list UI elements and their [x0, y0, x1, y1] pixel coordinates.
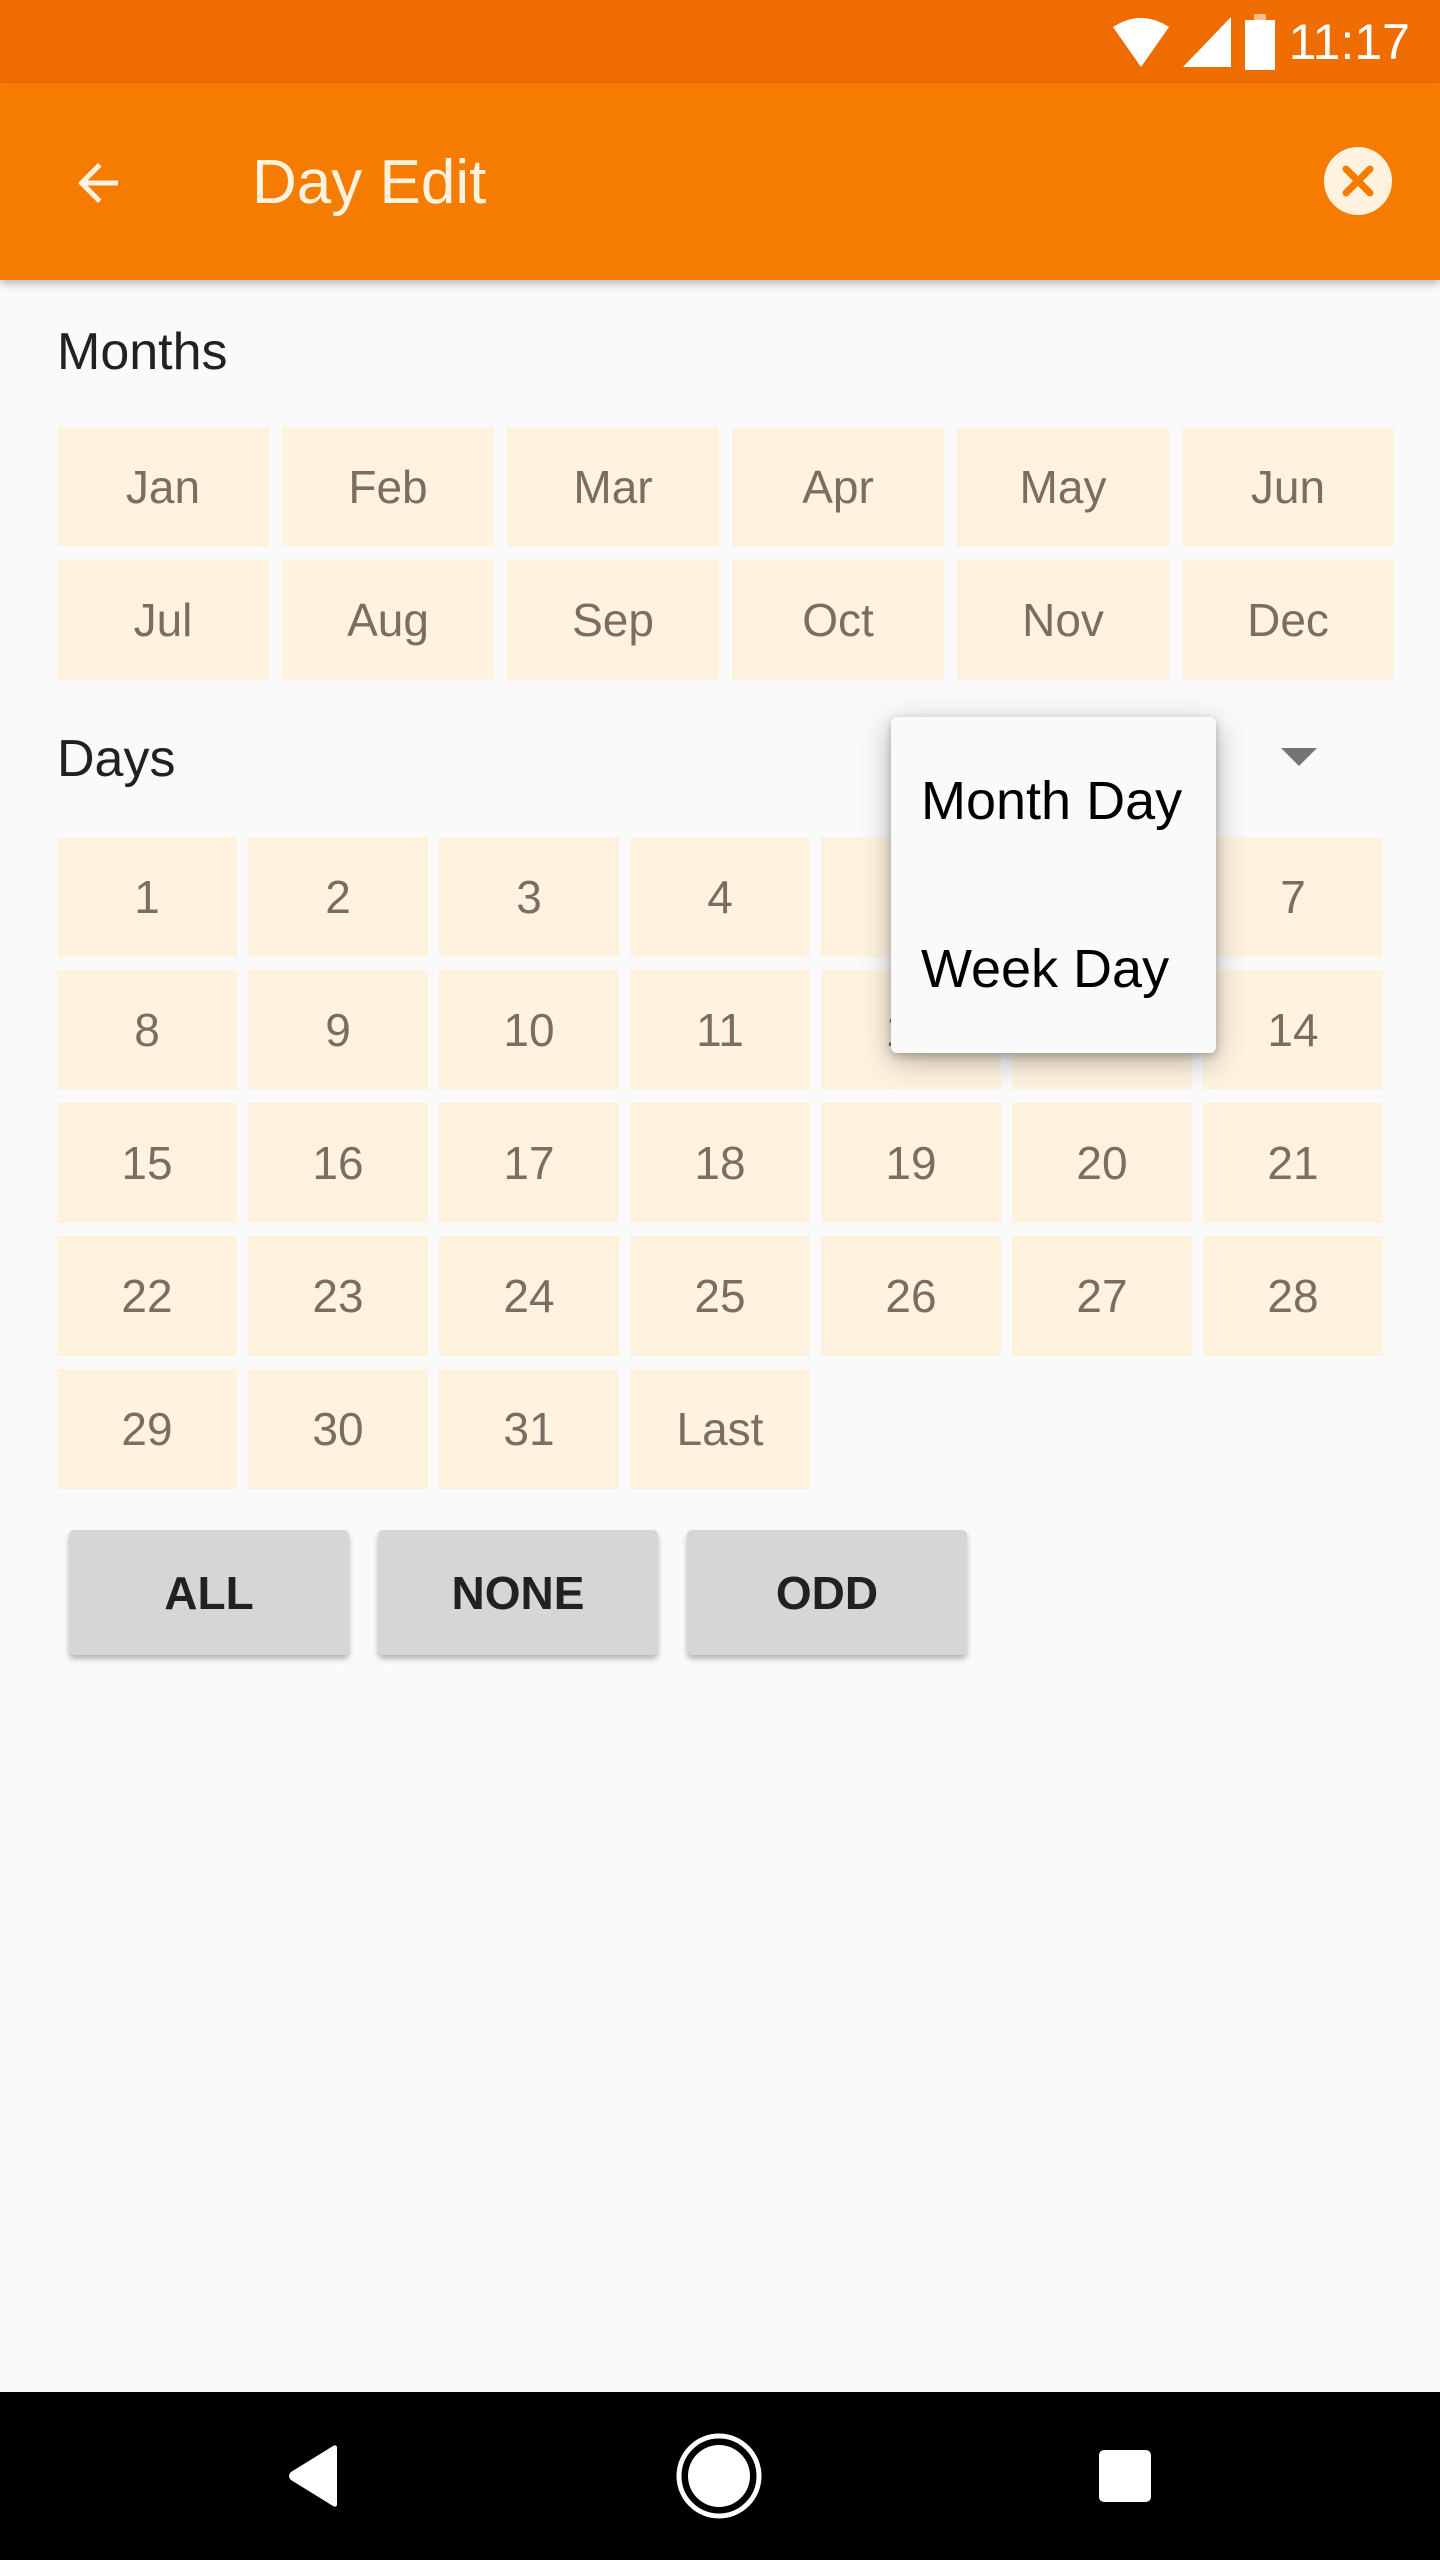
- day-cell[interactable]: 16: [248, 1103, 428, 1223]
- nav-recents-icon: [1099, 2450, 1151, 2502]
- selection-buttons: ALL NONE ODD: [69, 1530, 967, 1655]
- day-cell[interactable]: 15: [57, 1103, 237, 1223]
- status-icons: 11:17: [1112, 14, 1410, 70]
- day-cell[interactable]: 31: [439, 1369, 619, 1489]
- nav-home-icon: [676, 2433, 762, 2519]
- toolbar: Day Edit: [0, 83, 1440, 280]
- day-cell[interactable]: 14: [1203, 970, 1383, 1090]
- month-cell[interactable]: Jul: [57, 560, 269, 680]
- day-cell[interactable]: 9: [248, 970, 428, 1090]
- day-cell[interactable]: 2: [248, 837, 428, 957]
- odd-button[interactable]: ODD: [687, 1530, 967, 1655]
- day-cell[interactable]: 4: [630, 837, 810, 957]
- menu-item-month-day[interactable]: Month Day: [891, 717, 1216, 885]
- day-cell[interactable]: 29: [57, 1369, 237, 1489]
- day-cell[interactable]: 30: [248, 1369, 428, 1489]
- month-cell[interactable]: Dec: [1182, 560, 1394, 680]
- month-cell[interactable]: May: [957, 427, 1169, 547]
- days-label: Days: [57, 730, 176, 788]
- nav-back-button[interactable]: [265, 2426, 365, 2526]
- month-cell[interactable]: Jun: [1182, 427, 1394, 547]
- arrow-back-icon: [78, 163, 118, 203]
- month-cell[interactable]: Nov: [957, 560, 1169, 680]
- month-cell[interactable]: Jan: [57, 427, 269, 547]
- status-bar: 11:17: [0, 0, 1440, 83]
- day-cell[interactable]: 10: [439, 970, 619, 1090]
- day-cell[interactable]: 22: [57, 1236, 237, 1356]
- month-cell[interactable]: Apr: [732, 427, 944, 547]
- day-cell[interactable]: 8: [57, 970, 237, 1090]
- navigation-bar: [0, 2392, 1440, 2560]
- day-cell[interactable]: 19: [821, 1103, 1001, 1223]
- day-cell-last[interactable]: Last: [630, 1369, 810, 1489]
- close-button[interactable]: [1322, 145, 1394, 217]
- months-grid: Jan Feb Mar Apr May Jun Jul Aug Sep Oct …: [57, 427, 1394, 680]
- day-type-popup-menu: Month Day Week Day: [891, 717, 1216, 1053]
- day-cell[interactable]: 26: [821, 1236, 1001, 1356]
- all-button[interactable]: ALL: [69, 1530, 349, 1655]
- month-cell[interactable]: Mar: [507, 427, 719, 547]
- nav-home-button[interactable]: [669, 2426, 769, 2526]
- day-cell[interactable]: 27: [1012, 1236, 1192, 1356]
- page-title: Day Edit: [252, 148, 487, 217]
- none-button[interactable]: NONE: [378, 1530, 658, 1655]
- day-cell[interactable]: 7: [1203, 837, 1383, 957]
- back-button[interactable]: [60, 145, 136, 221]
- day-cell[interactable]: 11: [630, 970, 810, 1090]
- day-cell[interactable]: 20: [1012, 1103, 1192, 1223]
- day-cell[interactable]: 24: [439, 1236, 619, 1356]
- wifi-icon: [1112, 18, 1169, 67]
- battery-icon: [1244, 14, 1275, 70]
- month-cell[interactable]: Oct: [732, 560, 944, 680]
- close-circle-icon: [1324, 147, 1392, 215]
- day-cell[interactable]: 1: [57, 837, 237, 957]
- dropdown-arrow-icon[interactable]: [1281, 748, 1317, 766]
- menu-item-week-day[interactable]: Week Day: [891, 885, 1216, 1053]
- day-cell[interactable]: 17: [439, 1103, 619, 1223]
- months-label: Months: [57, 323, 228, 381]
- day-cell[interactable]: 23: [248, 1236, 428, 1356]
- month-cell[interactable]: Feb: [282, 427, 494, 547]
- day-cell[interactable]: 3: [439, 837, 619, 957]
- month-cell[interactable]: Aug: [282, 560, 494, 680]
- month-cell[interactable]: Sep: [507, 560, 719, 680]
- day-cell[interactable]: 28: [1203, 1236, 1383, 1356]
- status-time: 11:17: [1288, 14, 1410, 70]
- day-cell[interactable]: 21: [1203, 1103, 1383, 1223]
- nav-back-icon: [289, 2445, 337, 2507]
- nav-recents-button[interactable]: [1075, 2426, 1175, 2526]
- day-cell[interactable]: 18: [630, 1103, 810, 1223]
- day-cell[interactable]: 25: [630, 1236, 810, 1356]
- signal-icon: [1182, 17, 1231, 67]
